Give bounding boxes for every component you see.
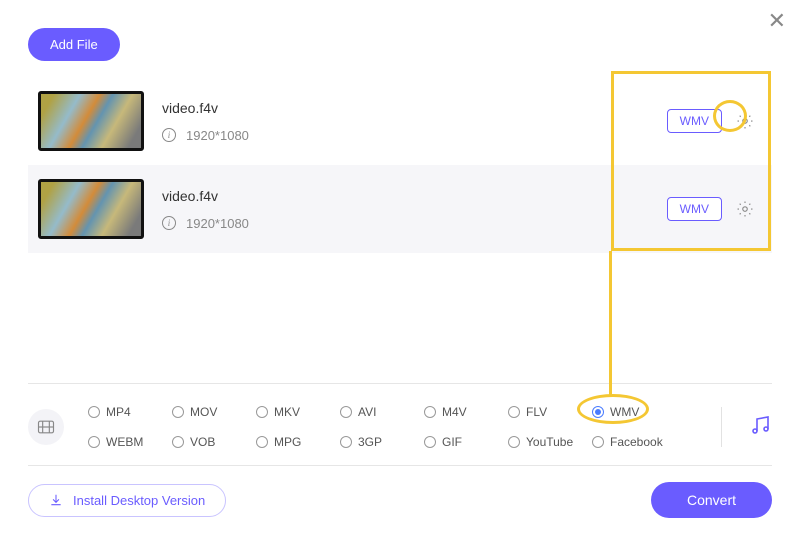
- file-row: video.f4v i 1920*1080 WMV: [28, 77, 772, 165]
- format-option-3gp[interactable]: 3GP: [340, 430, 424, 454]
- video-thumbnail[interactable]: [38, 179, 144, 239]
- format-label: WMV: [610, 405, 639, 419]
- gear-icon[interactable]: [736, 200, 754, 218]
- format-label: MOV: [190, 405, 217, 419]
- format-label: AVI: [358, 405, 376, 419]
- radio-icon: [172, 406, 184, 418]
- file-name: video.f4v: [162, 100, 667, 116]
- format-option-flv[interactable]: FLV: [508, 400, 592, 424]
- install-desktop-button[interactable]: Install Desktop Version: [28, 484, 226, 517]
- file-name: video.f4v: [162, 188, 667, 204]
- radio-icon: [88, 436, 100, 448]
- format-option-vob[interactable]: VOB: [172, 430, 256, 454]
- format-option-mkv[interactable]: MKV: [256, 400, 340, 424]
- radio-icon: [88, 406, 100, 418]
- info-icon[interactable]: i: [162, 216, 176, 230]
- radio-icon: [424, 406, 436, 418]
- file-resolution: 1920*1080: [186, 128, 249, 143]
- add-file-button[interactable]: Add File: [28, 28, 120, 61]
- file-list: video.f4v i 1920*1080 WMV video.f4v i 19…: [28, 77, 772, 253]
- install-label: Install Desktop Version: [73, 493, 205, 508]
- file-info: video.f4v i 1920*1080: [162, 100, 667, 143]
- format-option-mov[interactable]: MOV: [172, 400, 256, 424]
- format-label: MKV: [274, 405, 300, 419]
- format-option-gif[interactable]: GIF: [424, 430, 508, 454]
- radio-icon: [424, 436, 436, 448]
- file-info: video.f4v i 1920*1080: [162, 188, 667, 231]
- radio-icon: [592, 406, 604, 418]
- radio-icon: [256, 406, 268, 418]
- format-label: 3GP: [358, 435, 382, 449]
- format-option-mp4[interactable]: MP4: [88, 400, 172, 424]
- format-option-wmv[interactable]: WMV: [592, 400, 676, 424]
- info-icon[interactable]: i: [162, 128, 176, 142]
- radio-icon: [172, 436, 184, 448]
- format-label: VOB: [190, 435, 215, 449]
- radio-icon: [256, 436, 268, 448]
- radio-icon: [508, 406, 520, 418]
- radio-icon: [340, 406, 352, 418]
- format-badge[interactable]: WMV: [667, 109, 722, 133]
- format-label: WEBM: [106, 435, 143, 449]
- format-option-m4v[interactable]: M4V: [424, 400, 508, 424]
- format-option-webm[interactable]: WEBM: [88, 430, 172, 454]
- audio-mode-icon[interactable]: [748, 413, 772, 442]
- radio-icon: [592, 436, 604, 448]
- divider: [721, 407, 722, 447]
- video-mode-icon[interactable]: [28, 409, 64, 445]
- radio-icon: [340, 436, 352, 448]
- video-thumbnail[interactable]: [38, 91, 144, 151]
- format-bar: MP4 MOV MKV AVI M4V FLV WMV WEBM VOB MPG 3GP GIF You…: [28, 383, 772, 454]
- radio-icon: [508, 436, 520, 448]
- format-label: FLV: [526, 405, 547, 419]
- footer: Install Desktop Version Convert: [28, 465, 772, 518]
- format-label: GIF: [442, 435, 462, 449]
- format-label: Facebook: [610, 435, 663, 449]
- convert-button[interactable]: Convert: [651, 482, 772, 518]
- format-option-facebook[interactable]: Facebook: [592, 430, 676, 454]
- format-badge[interactable]: WMV: [667, 197, 722, 221]
- annotation-line: [609, 251, 612, 395]
- format-option-youtube[interactable]: YouTube: [508, 430, 592, 454]
- file-resolution: 1920*1080: [186, 216, 249, 231]
- format-label: MPG: [274, 435, 301, 449]
- close-icon[interactable]: ✕: [768, 8, 786, 34]
- format-option-avi[interactable]: AVI: [340, 400, 424, 424]
- gear-icon[interactable]: [736, 112, 754, 130]
- format-option-mpg[interactable]: MPG: [256, 430, 340, 454]
- format-label: M4V: [442, 405, 467, 419]
- file-row: video.f4v i 1920*1080 WMV: [28, 165, 772, 253]
- format-label: MP4: [106, 405, 131, 419]
- format-label: YouTube: [526, 435, 573, 449]
